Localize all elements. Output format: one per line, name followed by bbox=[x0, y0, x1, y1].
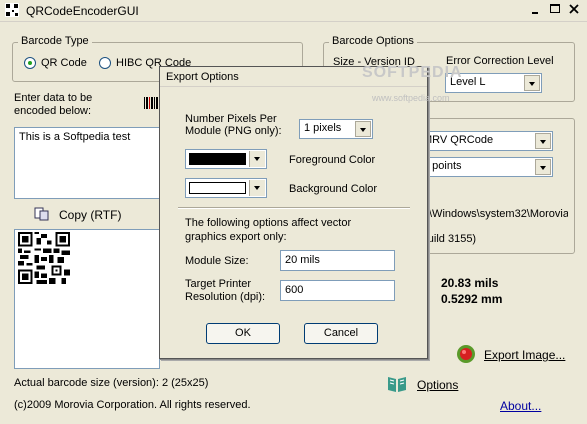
font-select[interactable]: MRV QRCode bbox=[418, 131, 553, 151]
module-size-input[interactable]: 20 mils bbox=[280, 250, 395, 271]
minimize-icon[interactable] bbox=[528, 2, 545, 17]
foreground-color-label: Foreground Color bbox=[289, 154, 376, 166]
ok-button[interactable]: OK bbox=[206, 323, 280, 344]
size-mils-value: 20.83 mils bbox=[441, 276, 499, 290]
background-color-picker[interactable] bbox=[185, 178, 267, 198]
pixels-per-module-select[interactable]: 1 pixels bbox=[299, 119, 373, 139]
copy-icon[interactable] bbox=[34, 207, 50, 221]
qr-code-radio[interactable] bbox=[24, 57, 36, 69]
qr-app-icon bbox=[5, 3, 19, 17]
point-size-select[interactable]: 4 points bbox=[418, 157, 553, 177]
barcode-type-label: Barcode Type bbox=[18, 35, 92, 47]
export-image-button[interactable]: Export Image... bbox=[484, 348, 565, 362]
font-value: MRV QRCode bbox=[423, 134, 494, 146]
title-bar: QRCodeEncoderGUI bbox=[0, 0, 587, 22]
foreground-color-swatch bbox=[189, 153, 246, 165]
cancel-button[interactable]: Cancel bbox=[304, 323, 378, 344]
barcode-icon bbox=[144, 97, 158, 109]
data-input[interactable]: This is a Softpedia test bbox=[14, 127, 160, 199]
chevron-down-icon[interactable] bbox=[249, 180, 265, 196]
size-mm-value: 0.5292 mm bbox=[441, 292, 503, 306]
softpedia-watermark-url: www.softpedia.com bbox=[372, 93, 450, 103]
close-icon[interactable] bbox=[566, 2, 583, 17]
foreground-color-picker[interactable] bbox=[185, 149, 267, 169]
hibc-qr-code-radio[interactable] bbox=[99, 57, 111, 69]
vector-note-text: The following options affect vector grap… bbox=[185, 217, 352, 243]
softpedia-watermark: SOFTPEDIA bbox=[362, 64, 463, 81]
qr-code-image bbox=[18, 232, 70, 284]
about-link[interactable]: About... bbox=[500, 399, 541, 413]
window-title: QRCodeEncoderGUI bbox=[26, 4, 139, 18]
chevron-down-icon[interactable] bbox=[249, 151, 265, 167]
export-image-icon[interactable] bbox=[454, 343, 478, 365]
dialog-separator bbox=[178, 207, 410, 209]
export-options-dialog: Export Options Number Pixels Per Module … bbox=[159, 66, 428, 359]
barcode-preview bbox=[14, 229, 160, 369]
qr-code-radio-label[interactable]: QR Code bbox=[41, 57, 87, 69]
module-size-label: Module Size: bbox=[185, 255, 249, 267]
input-label: Enter data to be encoded below: bbox=[14, 92, 93, 117]
copy-rtf-button[interactable]: Copy (RTF) bbox=[59, 208, 121, 222]
maximize-icon[interactable] bbox=[547, 2, 564, 17]
chevron-down-icon[interactable] bbox=[535, 133, 551, 149]
pixels-per-module-label: Number Pixels Per Module (PNG only): bbox=[185, 113, 282, 137]
chevron-down-icon[interactable] bbox=[355, 121, 371, 137]
options-button[interactable]: Options bbox=[417, 378, 458, 392]
font-path-text: C:\Windows\system32\MoroviaQR bbox=[418, 208, 568, 220]
pixels-per-module-value: 1 pixels bbox=[304, 122, 342, 134]
chevron-down-icon[interactable] bbox=[524, 75, 540, 91]
resolution-label: Target Printer Resolution (dpi): bbox=[185, 278, 266, 303]
background-color-label: Background Color bbox=[289, 183, 378, 195]
background-color-swatch bbox=[189, 182, 246, 194]
point-size-value: 4 points bbox=[423, 160, 462, 172]
options-book-icon[interactable] bbox=[386, 374, 408, 394]
barcode-options-label: Barcode Options bbox=[329, 35, 417, 47]
resolution-input[interactable]: 600 bbox=[280, 280, 395, 301]
dialog-title: Export Options bbox=[166, 71, 239, 83]
actual-size-text: Actual barcode size (version): 2 (25x25) bbox=[14, 377, 209, 389]
copyright-text: (c)2009 Morovia Corporation. All rights … bbox=[14, 399, 251, 411]
chevron-down-icon[interactable] bbox=[535, 159, 551, 175]
